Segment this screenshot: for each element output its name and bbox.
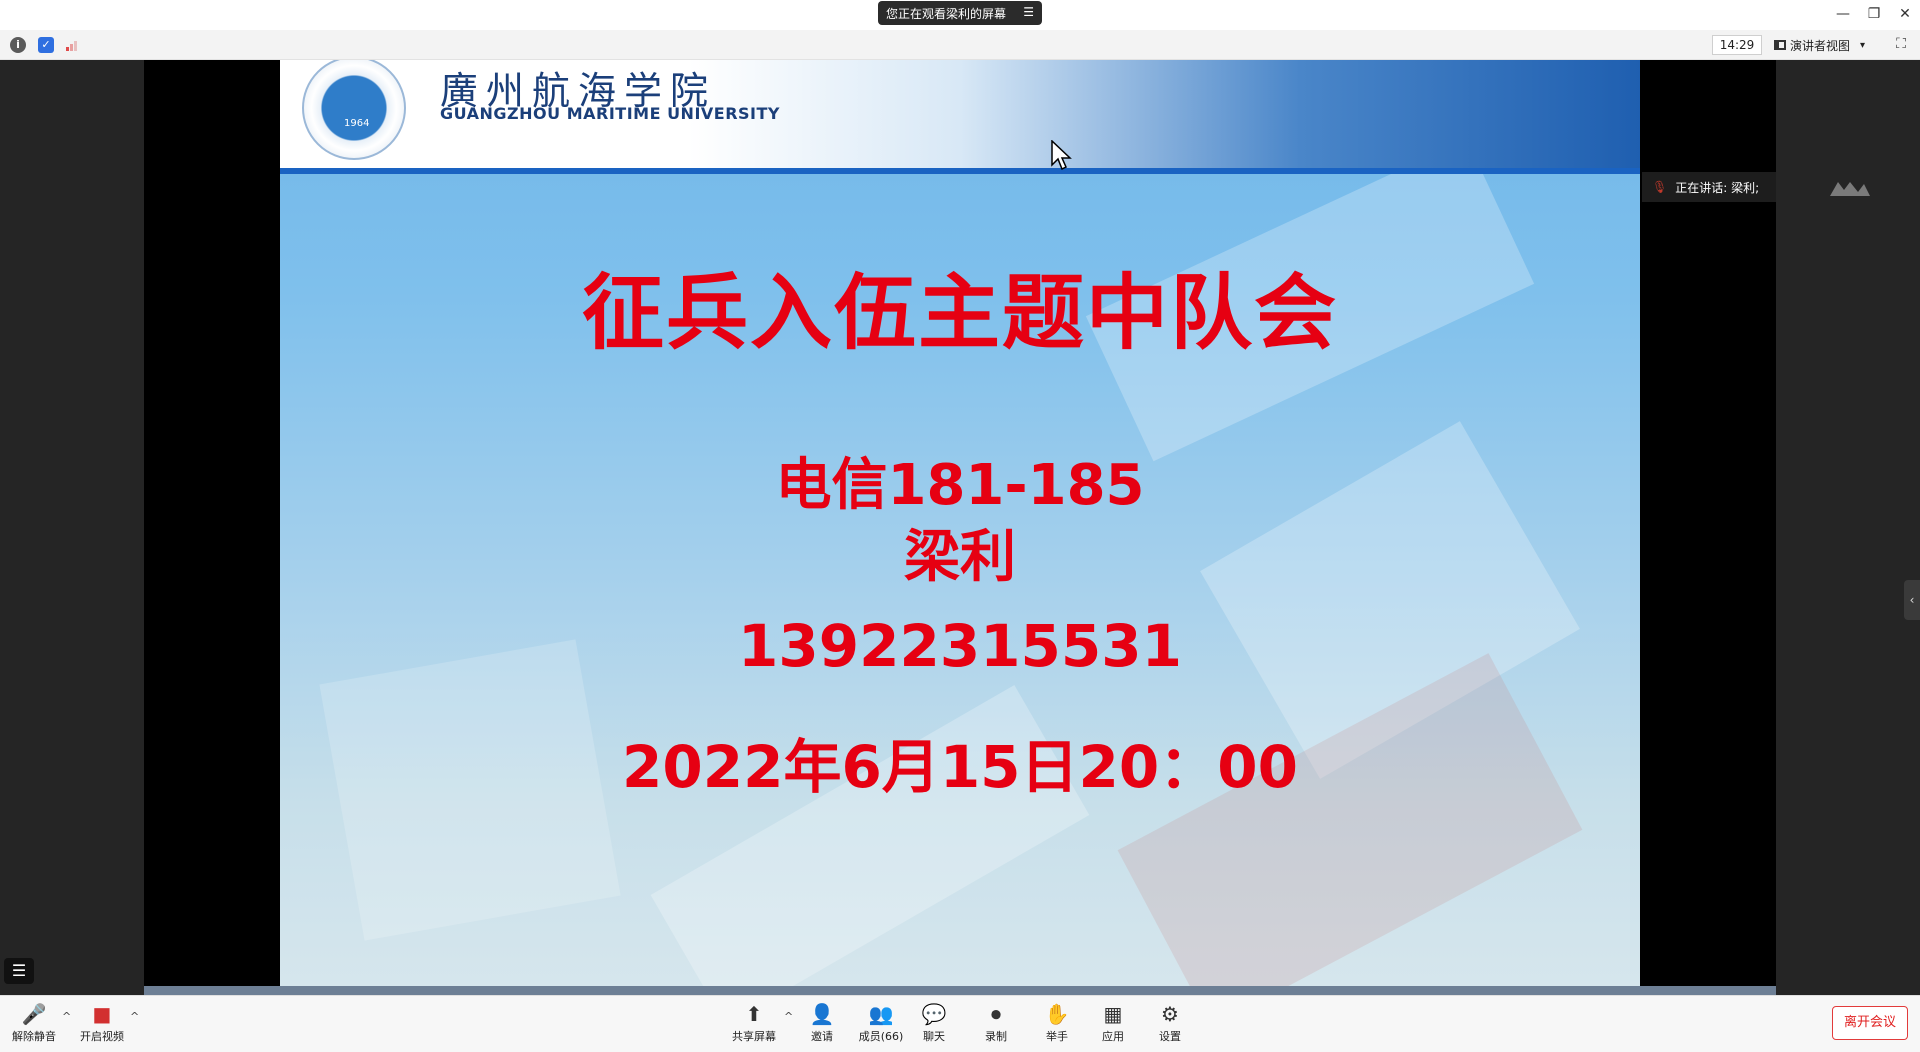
speaker-avatar-icon bbox=[1828, 178, 1872, 198]
start-video-button[interactable]: ■ 开启视频 bbox=[74, 1002, 130, 1048]
gear-icon: ⚙ bbox=[1161, 1002, 1179, 1026]
view-mode-label: 演讲者视图 bbox=[1790, 38, 1851, 53]
settings-button[interactable]: ⚙ 设置 bbox=[1142, 1002, 1198, 1048]
invite-label: 邀请 bbox=[811, 1030, 833, 1043]
record-label: 录制 bbox=[985, 1030, 1007, 1043]
unmute-label: 解除静音 bbox=[12, 1030, 56, 1043]
slide-header: 1964 廣州航海学院 GUANGZHOU MARITIME UNIVERSIT… bbox=[280, 60, 1640, 174]
muted-mic-icon: 🎤 bbox=[21, 1002, 47, 1026]
start-video-label: 开启视频 bbox=[80, 1030, 124, 1043]
header-band bbox=[280, 168, 1640, 174]
raise-hand-label: 举手 bbox=[1046, 1030, 1068, 1043]
chevron-down-icon: ▾ bbox=[1860, 39, 1866, 51]
participants-label: 成员(66) bbox=[858, 1030, 904, 1043]
settings-label: 设置 bbox=[1159, 1030, 1181, 1043]
shield-icon[interactable]: ✓ bbox=[38, 37, 54, 53]
raise-hand-button[interactable]: ✋ 举手 bbox=[1029, 1002, 1085, 1048]
meeting-timer: 14:29 bbox=[1712, 35, 1762, 55]
share-screen-label: 共享屏幕 bbox=[732, 1030, 776, 1043]
presentation-slide: 1964 廣州航海学院 GUANGZHOU MARITIME UNIVERSIT… bbox=[280, 60, 1640, 990]
apps-grid-icon: ▦ bbox=[1103, 1002, 1123, 1026]
close-button[interactable]: ✕ bbox=[1895, 4, 1915, 24]
apps-button[interactable]: ▦ 应用 bbox=[1085, 1002, 1141, 1048]
chevron-up-icon[interactable]: ^ bbox=[62, 1010, 71, 1023]
participants-button[interactable]: 👥 成员(66) bbox=[850, 1002, 912, 1048]
signal-icon[interactable] bbox=[64, 37, 80, 53]
view-mode-dropdown[interactable]: 演讲者视图 ▾ bbox=[1774, 35, 1882, 55]
active-speaker-indicator: 🎙 正在讲话: 梁利; bbox=[1642, 172, 1776, 202]
slide-class: 电信181-185 bbox=[775, 453, 1145, 518]
university-name-en: GUANGZHOU MARITIME UNIVERSITY bbox=[440, 104, 781, 123]
chat-label: 聊天 bbox=[923, 1030, 945, 1043]
slide-presenter-name: 梁利 bbox=[904, 525, 1016, 590]
hand-icon: ✋ bbox=[1044, 1002, 1070, 1026]
chevron-left-icon[interactable]: ‹ bbox=[1904, 580, 1920, 620]
record-button[interactable]: ⏺ 录制 bbox=[968, 1002, 1024, 1048]
invite-button[interactable]: 👤 邀请 bbox=[794, 1002, 850, 1048]
list-icon[interactable]: ☰ bbox=[4, 958, 34, 984]
leave-meeting-button[interactable]: 离开会议 bbox=[1832, 1006, 1908, 1040]
title-bar: 您正在观看梁利的屏幕 ☰ — ❐ ✕ bbox=[0, 0, 1920, 30]
slide-datetime: 2022年6月15日20：00 bbox=[622, 733, 1298, 801]
logo-year: 1964 bbox=[344, 118, 370, 129]
meeting-info-bar: i ✓ 14:29 演讲者视图 ▾ ⛶ bbox=[0, 30, 1920, 60]
slide-phone: 13922315531 bbox=[738, 612, 1182, 680]
layout-icon bbox=[1774, 40, 1786, 50]
slide-title: 征兵入伍主题中队会 bbox=[581, 266, 1338, 361]
chevron-up-icon[interactable]: ^ bbox=[130, 1010, 139, 1023]
minimize-button[interactable]: — bbox=[1833, 4, 1853, 24]
meeting-toolbar: 🎤 解除静音 ^ ■ 开启视频 ^ ⬆ 共享屏幕 ^ 👤 邀请 👥 成员(66)… bbox=[0, 995, 1920, 1052]
share-status-banner[interactable]: 您正在观看梁利的屏幕 ☰ bbox=[878, 1, 1042, 25]
shared-screen-area: 1964 廣州航海学院 GUANGZHOU MARITIME UNIVERSIT… bbox=[0, 60, 1920, 996]
add-person-icon: 👤 bbox=[809, 1002, 835, 1026]
active-speaker-label: 正在讲话: 梁利; bbox=[1675, 180, 1760, 195]
video-off-icon: ■ bbox=[92, 1002, 112, 1026]
chat-icon: 💬 bbox=[921, 1002, 947, 1026]
university-logo: 1964 bbox=[302, 60, 406, 160]
apps-label: 应用 bbox=[1102, 1030, 1124, 1043]
share-banner-text: 您正在观看梁利的屏幕 bbox=[886, 6, 1007, 21]
chat-button[interactable]: 💬 聊天 bbox=[906, 1002, 962, 1048]
share-screen-icon: ⬆ bbox=[745, 1002, 763, 1026]
share-screen-button[interactable]: ⬆ 共享屏幕 bbox=[726, 1002, 782, 1048]
muted-mic-icon: 🎙 bbox=[1652, 180, 1668, 194]
info-icon[interactable]: i bbox=[10, 37, 26, 53]
chevron-up-icon[interactable]: ^ bbox=[784, 1010, 793, 1023]
fullscreen-icon[interactable]: ⛶ bbox=[1893, 36, 1909, 52]
restore-button[interactable]: ❐ bbox=[1864, 4, 1884, 24]
record-icon: ⏺ bbox=[991, 1002, 1001, 1026]
participants-icon: 👥 bbox=[868, 1002, 894, 1026]
unmute-button[interactable]: 🎤 解除静音 bbox=[6, 1002, 62, 1048]
menu-lines-icon[interactable]: ☰ bbox=[1023, 5, 1034, 19]
